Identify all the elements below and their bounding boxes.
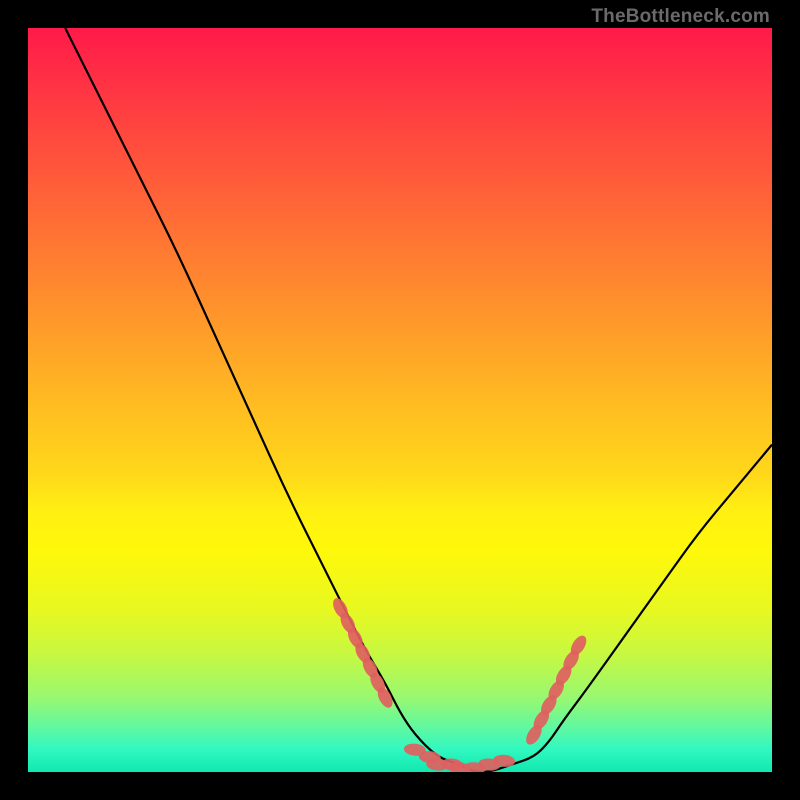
watermark-text: TheBottleneck.com [591,6,770,28]
chart-container: TheBottleneck.com [0,0,800,800]
markers-bottom-group [403,743,515,772]
chart-svg [28,28,772,772]
markers-left-group [330,596,396,710]
plot-area [28,28,772,772]
curve-line [65,28,772,772]
